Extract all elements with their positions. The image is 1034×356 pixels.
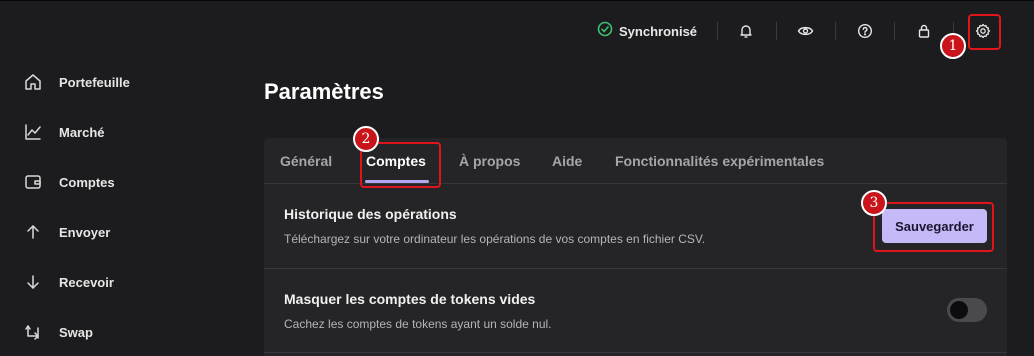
topbar-divider: [717, 22, 718, 40]
sidebar-item-label: Portefeuille: [59, 74, 130, 90]
divider: [264, 352, 1007, 353]
setting-row-hide-empty: Masquer les comptes de tokens vides Cach…: [264, 269, 1007, 353]
annotation-badge-2: 2: [353, 126, 379, 152]
sidebar-item-label: Marché: [59, 124, 105, 140]
sidebar-item-marche[interactable]: Marché: [22, 120, 212, 144]
toggle-knob: [950, 301, 968, 319]
topbar-divider: [835, 22, 836, 40]
sync-status[interactable]: Synchronisé: [597, 19, 697, 43]
check-circle-icon: [597, 21, 613, 42]
sidebar-item-envoyer[interactable]: Envoyer: [22, 220, 212, 244]
arrow-down-icon: [22, 271, 44, 293]
eye-icon[interactable]: [795, 19, 815, 43]
tab-fonctionnalites-experimentales[interactable]: Fonctionnalités expérimentales: [615, 153, 824, 169]
hide-empty-toggle[interactable]: [947, 298, 987, 322]
annotation-box-1: [968, 14, 1001, 50]
chart-line-icon: [22, 121, 44, 143]
annotation-badge-1: 1: [940, 33, 966, 59]
sidebar-item-label: Recevoir: [59, 274, 114, 290]
topbar-divider: [776, 22, 777, 40]
swap-icon: [22, 321, 44, 343]
hide-empty-title: Masquer les comptes de tokens vides: [284, 291, 536, 307]
sync-label: Synchronisé: [619, 23, 698, 39]
sidebar-item-swap[interactable]: Swap: [22, 320, 212, 344]
bell-icon[interactable]: [736, 19, 756, 43]
page-title: Paramètres: [264, 79, 384, 104]
history-title: Historique des opérations: [284, 206, 457, 222]
sidebar-item-recevoir[interactable]: Recevoir: [22, 270, 212, 294]
hide-empty-description: Cachez les comptes de tokens ayant un so…: [284, 317, 552, 331]
topbar-divider: [894, 22, 895, 40]
arrow-up-icon: [22, 221, 44, 243]
sidebar-item-label: Comptes: [59, 174, 115, 190]
tab-aide[interactable]: Aide: [552, 153, 582, 169]
help-icon[interactable]: [855, 19, 875, 43]
tab-general[interactable]: Général: [280, 153, 332, 169]
annotation-box-3: [873, 202, 994, 252]
annotation-badge-3: 3: [861, 190, 887, 216]
sidebar-item-label: Envoyer: [59, 224, 111, 240]
sidebar-item-label: Swap: [59, 324, 93, 340]
tab-a-propos[interactable]: À propos: [459, 153, 520, 169]
sidebar-item-comptes[interactable]: Comptes: [22, 170, 212, 194]
home-icon: [22, 71, 44, 93]
app-window: Portefeuille Marché Comptes Envoyer Rece…: [0, 0, 1034, 356]
wallet-icon: [22, 171, 44, 193]
sidebar-item-portefeuille[interactable]: Portefeuille: [22, 70, 212, 94]
history-description: Téléchargez sur votre ordinateur les opé…: [284, 232, 706, 246]
lock-icon[interactable]: [914, 19, 934, 43]
sidebar: Portefeuille Marché Comptes Envoyer Rece…: [0, 1, 224, 356]
